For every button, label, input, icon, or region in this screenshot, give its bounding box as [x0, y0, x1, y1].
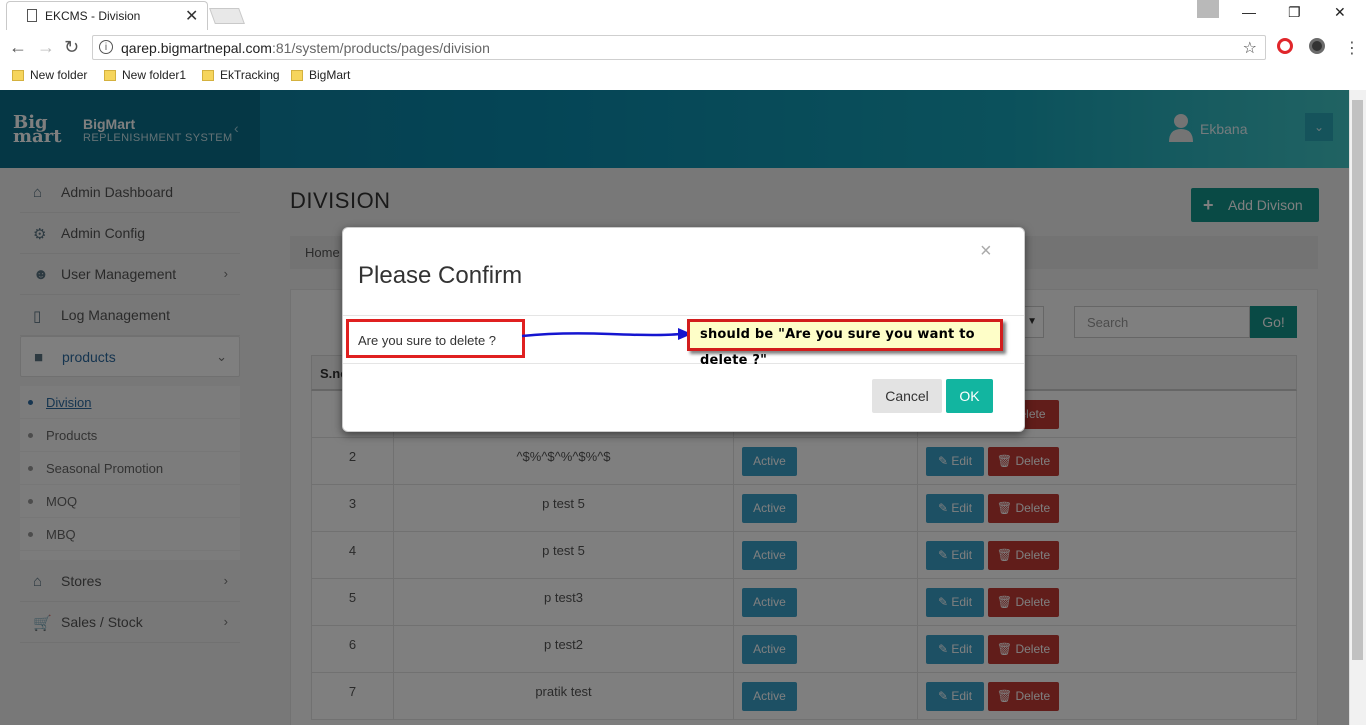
divider — [343, 363, 1024, 364]
close-icon[interactable]: × — [980, 240, 992, 263]
opera-extension-icon[interactable] — [1277, 38, 1293, 54]
bookmarks-bar: New folder New folder1 EkTracking BigMar… — [0, 64, 1366, 90]
bookmark-item[interactable]: EkTracking — [202, 68, 280, 82]
dialog-title: Please Confirm — [358, 262, 523, 289]
extension-icon[interactable] — [1309, 38, 1325, 54]
close-window-icon[interactable]: ✕ — [1334, 4, 1346, 21]
minimize-icon[interactable]: — — [1242, 4, 1256, 20]
browser-tab-bar: EKCMS - Division ✕ — ❐ ✕ — [0, 0, 1366, 30]
info-icon[interactable]: i — [99, 40, 113, 54]
annotation-arrow-icon — [521, 328, 692, 340]
bookmark-star-icon[interactable]: ☆ — [1243, 38, 1257, 58]
url-host: qarep.bigmartnepal.com — [121, 40, 272, 56]
forward-icon[interactable]: → — [37, 37, 55, 58]
folder-icon — [291, 70, 303, 81]
bookmark-item[interactable]: New folder — [12, 68, 87, 82]
new-tab-button[interactable] — [209, 8, 245, 24]
annotation-highlight-box — [346, 319, 525, 358]
profile-icon[interactable] — [1197, 0, 1219, 18]
url-path: :81/system/products/pages/division — [271, 40, 490, 56]
browser-tab[interactable]: EKCMS - Division ✕ — [6, 1, 208, 30]
bookmark-item[interactable]: BigMart — [291, 68, 350, 82]
reload-icon[interactable]: ↻ — [64, 37, 79, 58]
close-tab-icon[interactable]: ✕ — [185, 6, 198, 26]
back-icon[interactable]: ← — [9, 37, 27, 58]
maximize-icon[interactable]: ❐ — [1288, 4, 1301, 21]
divider — [343, 315, 1024, 316]
annotation-note: should be "Are you sure you want to dele… — [687, 319, 1003, 368]
scrollbar-thumb[interactable] — [1352, 100, 1363, 660]
document-icon — [27, 9, 37, 22]
folder-icon — [12, 70, 24, 81]
cancel-button[interactable]: Cancel — [872, 379, 942, 413]
menu-icon[interactable]: ⋮ — [1344, 38, 1360, 58]
folder-icon — [202, 70, 214, 81]
url-field[interactable]: i qarep.bigmartnepal.com:81/system/produ… — [92, 35, 1266, 60]
tab-title: EKCMS - Division — [45, 9, 141, 23]
bookmark-item[interactable]: New folder1 — [104, 68, 186, 82]
folder-icon — [104, 70, 116, 81]
ok-button[interactable]: OK — [946, 379, 993, 413]
